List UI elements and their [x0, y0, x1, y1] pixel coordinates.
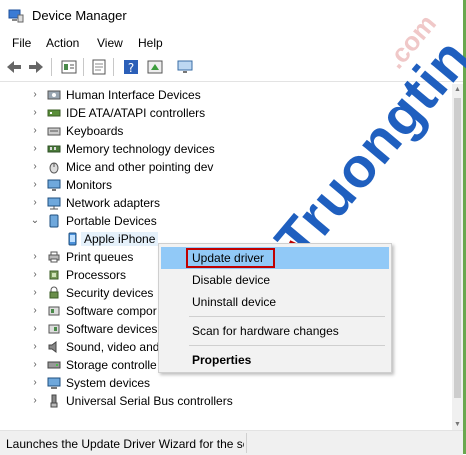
chevron-right-icon[interactable]: ›	[30, 197, 40, 209]
chevron-right-icon[interactable]: ›	[30, 287, 40, 299]
chevron-right-icon[interactable]: ›	[30, 341, 40, 353]
tree-item-label: Monitors	[66, 178, 113, 192]
back-arrow-icon[interactable]	[5, 58, 23, 76]
highlight-box	[186, 248, 275, 268]
tree-item-label: Processors	[66, 268, 127, 282]
title-bar: Device Manager	[0, 0, 466, 32]
menu-view[interactable]: View	[95, 36, 125, 50]
tree-item-label: Software compor	[66, 304, 157, 318]
phone-icon	[68, 232, 77, 246]
chevron-right-icon[interactable]: ›	[30, 143, 40, 155]
chevron-right-icon[interactable]: ›	[30, 89, 40, 101]
tree-category-item[interactable]: › System devices	[0, 374, 452, 392]
chevron-right-icon[interactable]: ›	[30, 305, 40, 317]
tree-category-item[interactable]: ⌄ Portable Devices	[0, 212, 452, 230]
printer-icon	[48, 251, 60, 263]
chevron-right-icon[interactable]: ›	[30, 107, 40, 119]
uninstall-device-menu-item[interactable]: Uninstall device	[161, 291, 389, 313]
menu-help[interactable]: Help	[136, 36, 165, 50]
menu-separator	[189, 345, 385, 346]
device-manager-icon	[8, 9, 24, 23]
window-title: Device Manager	[32, 8, 127, 23]
monitor-icon[interactable]	[176, 58, 194, 76]
context-menu: Update driver Disable device Uninstall d…	[158, 243, 392, 373]
chevron-right-icon[interactable]: ›	[30, 179, 40, 191]
scroll-thumb[interactable]	[454, 98, 461, 398]
svg-text:?: ?	[128, 61, 134, 75]
usb-icon	[50, 394, 58, 408]
toolbar-separator	[83, 58, 84, 76]
mouse-icon	[49, 162, 59, 174]
chevron-right-icon[interactable]: ›	[30, 359, 40, 371]
status-bar: Launches the Update Driver Wizard for th…	[0, 430, 463, 455]
tree-item-label: Storage controlle	[66, 358, 157, 372]
chevron-right-icon[interactable]: ›	[30, 251, 40, 263]
tree-item-label: Print queues	[66, 250, 134, 264]
tree-category-item[interactable]: › Universal Serial Bus controllers	[0, 392, 452, 410]
chevron-right-icon[interactable]: ›	[30, 395, 40, 407]
update-driver-icon[interactable]	[146, 58, 164, 76]
properties-menu-item[interactable]: Properties	[161, 349, 389, 371]
storage-icon	[47, 361, 61, 369]
chevron-right-icon[interactable]: ›	[30, 125, 40, 137]
menu-separator	[189, 316, 385, 317]
tree-category-item[interactable]: › Network adapters	[0, 194, 452, 212]
network-icon	[47, 197, 61, 210]
portable-device-icon	[49, 214, 59, 228]
sound-icon	[48, 341, 57, 353]
tree-item-label: Memory technology devices	[66, 142, 215, 156]
tree-item-label: Human Interface Devices	[66, 88, 201, 102]
update-driver-menu-item[interactable]: Update driver	[161, 247, 389, 269]
tree-item-label: IDE ATA/ATAPI controllers	[66, 106, 206, 120]
tree-item-label: Security devices	[66, 286, 154, 300]
tree-item-label: Portable Devices	[66, 214, 157, 228]
chevron-right-icon[interactable]: ›	[30, 323, 40, 335]
help-icon[interactable]: ?	[122, 58, 140, 76]
ide-icon	[47, 109, 61, 117]
software-component-icon	[48, 306, 60, 316]
tree-item-label: Mice and other pointing dev	[66, 160, 214, 174]
security-icon	[49, 286, 59, 299]
toolbar-separator	[51, 58, 52, 76]
tree-item-label: Sound, video and	[66, 340, 160, 354]
chevron-down-icon[interactable]: ⌄	[30, 215, 40, 227]
tree-item-label: Apple iPhone	[81, 232, 159, 246]
properties-icon[interactable]	[60, 58, 78, 76]
system-icon	[47, 377, 61, 389]
tree-item-label: Keyboards	[66, 124, 124, 138]
hid-icon	[47, 90, 61, 100]
tree-item-label: Network adapters	[66, 196, 161, 210]
processor-icon	[49, 270, 59, 280]
scroll-down-arrow-icon[interactable]: ▼	[452, 419, 463, 430]
scan-icon[interactable]	[90, 58, 108, 76]
vertical-scrollbar[interactable]: ▲ ▼	[452, 84, 463, 430]
tree-item-label: Universal Serial Bus controllers	[66, 394, 233, 408]
menu-file[interactable]: File	[10, 36, 33, 50]
memory-icon	[47, 145, 61, 153]
disable-device-menu-item[interactable]: Disable device	[161, 269, 389, 291]
toolbar-separator	[113, 58, 114, 76]
status-text: Launches the Update Driver Wizard for th…	[6, 437, 244, 451]
status-divider	[246, 433, 247, 453]
monitor-icon	[47, 179, 61, 191]
chevron-right-icon[interactable]: ›	[30, 377, 40, 389]
tree-item-label: System devices	[66, 376, 151, 390]
menu-action[interactable]: Action	[44, 36, 81, 50]
keyboard-icon	[47, 127, 61, 136]
software-device-icon	[48, 324, 60, 334]
chevron-right-icon[interactable]: ›	[30, 161, 40, 173]
chevron-right-icon[interactable]: ›	[30, 269, 40, 281]
forward-arrow-icon[interactable]	[27, 58, 45, 76]
scan-hardware-menu-item[interactable]: Scan for hardware changes	[161, 320, 389, 342]
tree-item-label: Software devices	[66, 322, 158, 336]
